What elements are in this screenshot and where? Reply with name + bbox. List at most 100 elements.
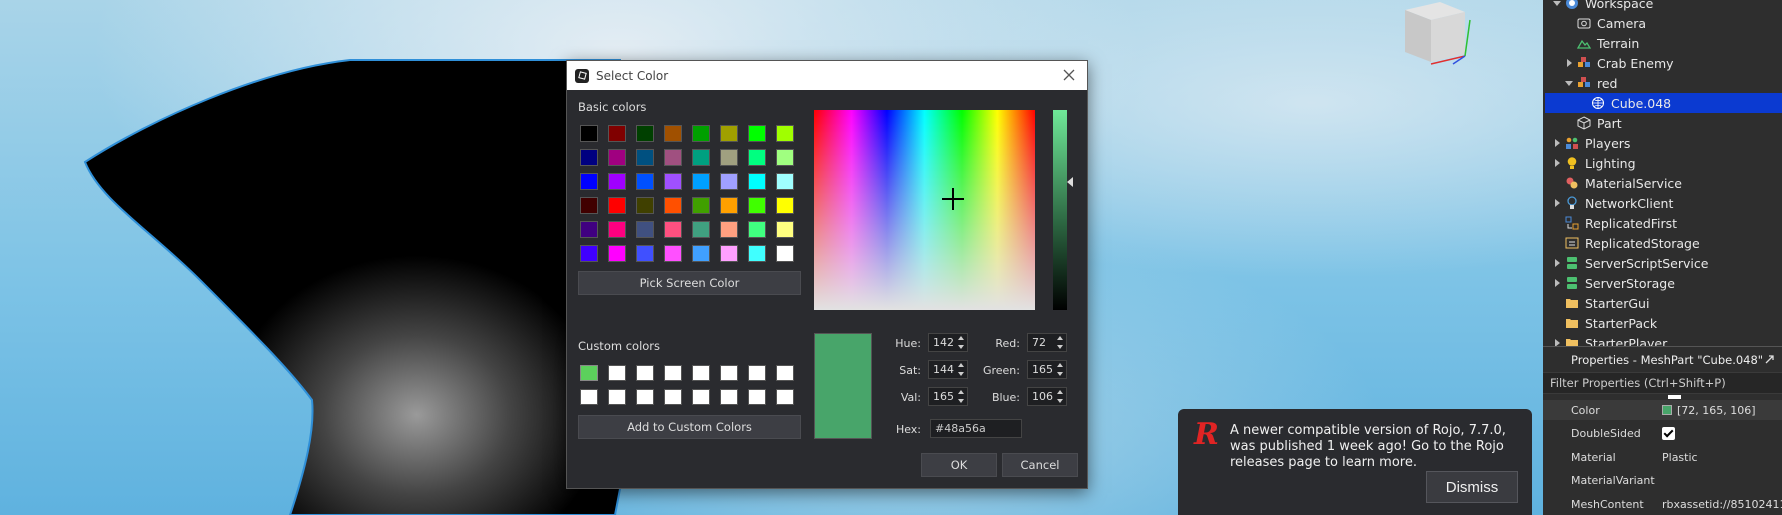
checkbox[interactable] — [1662, 427, 1675, 440]
custom-color-swatch[interactable] — [664, 365, 682, 381]
expand-toggle-icon[interactable] — [1553, 278, 1563, 288]
basic-color-swatch[interactable] — [580, 245, 598, 262]
basic-color-swatch[interactable] — [608, 221, 626, 238]
tree-item[interactable]: ServerScriptService — [1543, 253, 1782, 273]
property-value[interactable]: rbxassetid://85102411 — [1656, 498, 1782, 511]
basic-color-swatch[interactable] — [580, 221, 598, 238]
ok-button[interactable]: OK — [921, 453, 997, 477]
basic-color-swatch[interactable] — [664, 197, 682, 214]
expand-toggle-icon[interactable] — [1553, 138, 1563, 148]
expand-toggle-icon[interactable] — [1565, 78, 1575, 88]
tree-item[interactable]: Players — [1543, 133, 1782, 153]
dialog-titlebar[interactable]: Select Color — [567, 61, 1087, 90]
custom-color-swatch[interactable] — [636, 365, 654, 381]
tree-item[interactable]: Cube.048 — [1545, 93, 1782, 113]
expand-toggle-icon[interactable] — [1553, 198, 1563, 208]
basic-color-swatch[interactable] — [608, 245, 626, 262]
basic-color-swatch[interactable] — [720, 125, 738, 142]
property-row[interactable]: DoubleSided — [1543, 424, 1782, 444]
basic-color-swatch[interactable] — [692, 149, 710, 166]
green-spinbox[interactable]: 165 — [1027, 360, 1067, 379]
basic-color-swatch[interactable] — [720, 173, 738, 190]
basic-color-swatch[interactable] — [664, 245, 682, 262]
undock-icon[interactable] — [1764, 353, 1776, 365]
expand-toggle-icon[interactable] — [1553, 158, 1563, 168]
basic-color-swatch[interactable] — [608, 197, 626, 214]
view-cube-icon[interactable] — [1395, 0, 1475, 70]
expand-toggle-icon[interactable] — [1553, 258, 1563, 268]
custom-color-swatch[interactable] — [608, 389, 626, 405]
property-row[interactable]: MeshContent rbxassetid://85102411 — [1543, 494, 1782, 514]
property-row[interactable]: MaterialVariant — [1543, 471, 1782, 491]
basic-color-swatch[interactable] — [692, 125, 710, 142]
hex-input[interactable] — [930, 419, 1022, 438]
property-row[interactable]: Material Plastic — [1543, 447, 1782, 467]
basic-color-swatch[interactable] — [692, 221, 710, 238]
basic-color-swatch[interactable] — [776, 125, 794, 142]
basic-color-swatch[interactable] — [748, 245, 766, 262]
tree-item[interactable]: ServerStorage — [1543, 273, 1782, 293]
tree-item[interactable]: StarterGui — [1543, 293, 1782, 313]
basic-color-swatch[interactable] — [664, 125, 682, 142]
basic-color-swatch[interactable] — [636, 149, 654, 166]
basic-color-swatch[interactable] — [636, 221, 654, 238]
basic-color-swatch[interactable] — [776, 173, 794, 190]
basic-color-swatch[interactable] — [580, 173, 598, 190]
basic-color-swatch[interactable] — [608, 173, 626, 190]
dismiss-button[interactable]: Dismiss — [1426, 471, 1518, 503]
custom-color-swatch[interactable] — [748, 389, 766, 405]
basic-color-swatch[interactable] — [720, 245, 738, 262]
basic-color-swatch[interactable] — [664, 173, 682, 190]
basic-color-swatch[interactable] — [776, 221, 794, 238]
basic-color-swatch[interactable] — [636, 197, 654, 214]
tree-item[interactable]: ReplicatedFirst — [1543, 213, 1782, 233]
basic-color-swatch[interactable] — [636, 125, 654, 142]
property-value[interactable]: Plastic — [1656, 451, 1782, 464]
basic-color-swatch[interactable] — [636, 173, 654, 190]
custom-color-swatch[interactable] — [636, 389, 654, 405]
expand-toggle-icon[interactable] — [1565, 58, 1575, 68]
tree-item[interactable]: MaterialService — [1543, 173, 1782, 193]
basic-color-swatch[interactable] — [664, 149, 682, 166]
custom-color-swatch[interactable] — [720, 365, 738, 381]
tree-item[interactable]: StarterPack — [1543, 313, 1782, 333]
basic-color-swatch[interactable] — [720, 149, 738, 166]
basic-color-swatch[interactable] — [720, 197, 738, 214]
val-spinbox[interactable]: 165 — [928, 387, 968, 406]
luminance-slider[interactable] — [1053, 110, 1067, 310]
tree-item[interactable]: StarterPlayer — [1543, 333, 1782, 346]
sat-spinbox[interactable]: 144 — [928, 360, 968, 379]
basic-color-swatch[interactable] — [692, 173, 710, 190]
close-icon[interactable] — [1061, 67, 1077, 83]
basic-color-swatch[interactable] — [748, 221, 766, 238]
tree-item[interactable]: Part — [1543, 113, 1782, 133]
tree-item[interactable]: Crab Enemy — [1543, 53, 1782, 73]
expand-toggle-icon[interactable] — [1553, 0, 1563, 8]
custom-color-swatch[interactable] — [720, 389, 738, 405]
basic-color-swatch[interactable] — [748, 125, 766, 142]
custom-color-swatch[interactable] — [748, 365, 766, 381]
basic-color-swatch[interactable] — [692, 245, 710, 262]
basic-color-swatch[interactable] — [720, 221, 738, 238]
tree-item[interactable]: Lighting — [1543, 153, 1782, 173]
property-row[interactable]: Color [72, 165, 106] — [1543, 400, 1782, 420]
tree-item[interactable]: ReplicatedStorage — [1543, 233, 1782, 253]
basic-color-swatch[interactable] — [776, 149, 794, 166]
custom-color-swatch[interactable] — [580, 389, 598, 405]
basic-color-swatch[interactable] — [580, 197, 598, 214]
tree-item[interactable]: Terrain — [1543, 33, 1782, 53]
luminance-handle-icon[interactable] — [1067, 177, 1073, 187]
basic-color-swatch[interactable] — [608, 125, 626, 142]
basic-color-swatch[interactable] — [776, 245, 794, 262]
filter-properties-input[interactable]: Filter Properties (Ctrl+Shift+P) — [1543, 372, 1782, 394]
hue-spinbox[interactable]: 142 — [928, 333, 968, 352]
basic-color-swatch[interactable] — [776, 197, 794, 214]
property-value[interactable]: [72, 165, 106] — [1656, 404, 1782, 417]
custom-color-swatch[interactable] — [776, 365, 794, 381]
basic-color-swatch[interactable] — [664, 221, 682, 238]
custom-color-swatch[interactable] — [692, 389, 710, 405]
basic-color-swatch[interactable] — [580, 125, 598, 142]
add-to-custom-colors-button[interactable]: Add to Custom Colors — [578, 415, 801, 439]
basic-color-swatch[interactable] — [608, 149, 626, 166]
custom-color-swatch[interactable] — [664, 389, 682, 405]
